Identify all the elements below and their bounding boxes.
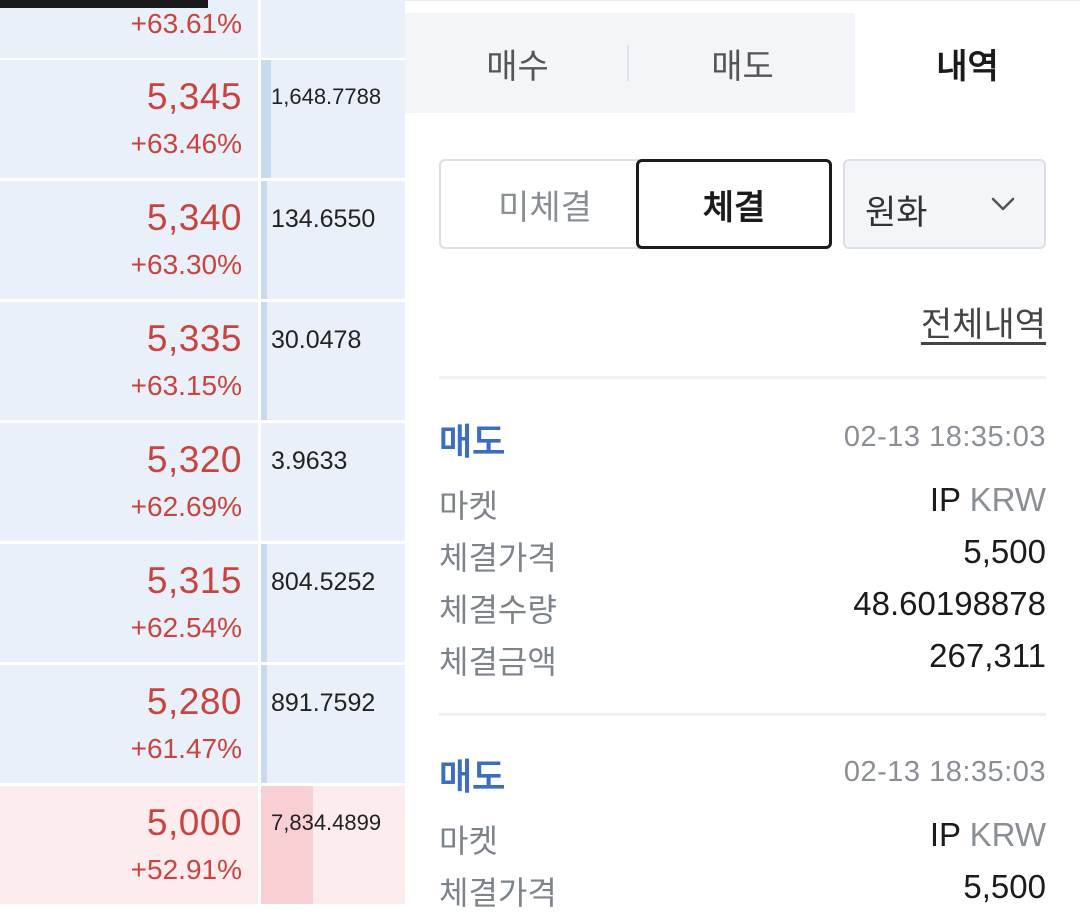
volume-bar xyxy=(261,665,267,783)
orderbook-row[interactable]: 5,280 +61.47% 891.7592 xyxy=(0,665,405,783)
row-quantity: 891.7592 xyxy=(271,689,376,717)
row-change-rate: +63.30% xyxy=(130,249,242,280)
market-unit: KRW xyxy=(969,481,1046,518)
trade-timestamp: 02-13 18:35:03 xyxy=(843,756,1046,788)
quantity-cell: 804.5252 xyxy=(261,544,405,662)
orderbook-row[interactable]: 5,320 +62.69% 3.9633 xyxy=(0,423,405,541)
tab-divider xyxy=(627,45,629,81)
price-cell[interactable]: 5,320 +62.69% xyxy=(0,423,258,541)
row-change-rate: +63.46% xyxy=(130,128,242,159)
filled-orders-toggle[interactable]: 체결 xyxy=(636,159,832,249)
order-tabs: 매수 매도 내역 xyxy=(405,13,1080,113)
amount-label: 체결금액 xyxy=(439,644,557,680)
row-change-rate: +62.54% xyxy=(130,612,242,643)
market-value: IP KRW xyxy=(930,816,1046,854)
market-value: IP KRW xyxy=(930,481,1046,519)
top-indicator-strip xyxy=(0,0,208,8)
row-quantity: 134.6550 xyxy=(271,205,376,233)
row-quantity: 804.5252 xyxy=(271,568,376,596)
price-cell[interactable]: 5,335 +63.15% xyxy=(0,302,258,420)
row-change-rate: +63.61% xyxy=(130,8,242,39)
orderbook-row[interactable]: 5,000 +52.91% 7,834.4899 xyxy=(0,786,405,904)
row-quantity: 30.0478 xyxy=(271,326,362,354)
trade-type-label: 매도 xyxy=(439,421,506,462)
quantity-value: 48.60198878 xyxy=(853,585,1046,622)
row-quantity: 1,648.7788 xyxy=(271,84,382,109)
row-price: 5,345 xyxy=(146,76,242,117)
row-price: 5,320 xyxy=(146,439,242,480)
row-price: 5,340 xyxy=(146,197,242,238)
amount-value: 267,311 xyxy=(929,637,1046,674)
orderbook-row[interactable]: 5,340 +63.30% 134.6550 xyxy=(0,181,405,299)
trade-type-label: 매도 xyxy=(439,756,506,797)
orderbook-row[interactable]: +63.61% xyxy=(0,0,405,58)
orderbook-row[interactable]: 5,345 +63.46% 1,648.7788 xyxy=(0,60,405,178)
row-quantity: 7,834.4899 xyxy=(271,810,382,835)
market-symbol: IP xyxy=(929,816,961,853)
section-divider xyxy=(439,713,1046,716)
row-price: 5,335 xyxy=(146,318,242,359)
tab-history[interactable]: 내역 xyxy=(855,13,1080,113)
price-label: 체결가격 xyxy=(439,875,557,911)
price-value: 5,500 xyxy=(963,868,1046,905)
price-cell[interactable]: 5,280 +61.47% xyxy=(0,665,258,783)
volume-bar xyxy=(261,302,267,420)
trade-timestamp: 02-13 18:35:03 xyxy=(843,421,1046,453)
price-value: 5,500 xyxy=(963,533,1046,570)
row-price: 5,315 xyxy=(146,560,242,601)
price-cell[interactable]: 5,315 +62.54% xyxy=(0,544,258,662)
currency-selected-value: 원화 xyxy=(865,194,928,232)
row-change-rate: +61.47% xyxy=(130,733,242,764)
quantity-cell: 891.7592 xyxy=(261,665,405,783)
row-price: 5,000 xyxy=(146,802,242,843)
quantity-cell: 1,648.7788 xyxy=(261,60,405,178)
volume-bar xyxy=(261,181,267,299)
row-price: 5,280 xyxy=(146,681,242,722)
volume-bar xyxy=(261,544,267,662)
price-cell[interactable]: +63.61% xyxy=(0,0,258,58)
quantity-cell: 30.0478 xyxy=(261,302,405,420)
row-change-rate: +62.69% xyxy=(130,491,242,522)
market-symbol: IP xyxy=(929,481,961,518)
trade-item: 매도 02-13 18:35:03 마켓 IP KRW 체결가격 5,500 체… xyxy=(439,413,1046,733)
price-label: 체결가격 xyxy=(439,540,557,576)
row-change-rate: +52.91% xyxy=(130,854,242,885)
quantity-cell: 3.9633 xyxy=(261,423,405,541)
quantity-label: 체결수량 xyxy=(439,592,557,628)
orderbook-row[interactable]: 5,315 +62.54% 804.5252 xyxy=(0,544,405,662)
volume-bar xyxy=(261,786,313,904)
chevron-down-icon xyxy=(991,197,1015,211)
price-cell[interactable]: 5,340 +63.30% xyxy=(0,181,258,299)
orderbook-row[interactable]: 5,335 +63.15% 30.0478 xyxy=(0,302,405,420)
unfilled-orders-toggle[interactable]: 미체결 xyxy=(439,159,649,249)
market-label: 마켓 xyxy=(439,488,498,524)
orderbook: +63.61% 5,345 +63.46% 1,648.7788 5,340 +… xyxy=(0,0,405,915)
tab-sell[interactable]: 매도 xyxy=(630,13,855,113)
price-cell[interactable]: 5,345 +63.46% xyxy=(0,60,258,178)
trade-item: 매도 02-13 18:35:03 마켓 IP KRW 체결가격 5,500 xyxy=(439,748,1046,915)
app-root: +63.61% 5,345 +63.46% 1,648.7788 5,340 +… xyxy=(0,0,1080,915)
order-panel: 매수 매도 내역 미체결 체결 원화 전체내역 매도 02-13 18:35:0… xyxy=(405,0,1080,915)
currency-select[interactable]: 원화 xyxy=(843,159,1046,249)
market-unit: KRW xyxy=(969,816,1046,853)
section-divider xyxy=(439,376,1046,379)
quantity-cell: 7,834.4899 xyxy=(261,786,405,904)
quantity-cell xyxy=(261,0,405,58)
row-quantity: 3.9633 xyxy=(271,447,348,475)
all-history-link[interactable]: 전체내역 xyxy=(921,297,1046,346)
volume-bar xyxy=(261,60,271,178)
price-cell[interactable]: 5,000 +52.91% xyxy=(0,786,258,904)
row-change-rate: +63.15% xyxy=(130,370,242,401)
tab-buy[interactable]: 매수 xyxy=(405,13,630,113)
quantity-cell: 134.6550 xyxy=(261,181,405,299)
market-label: 마켓 xyxy=(439,823,498,859)
